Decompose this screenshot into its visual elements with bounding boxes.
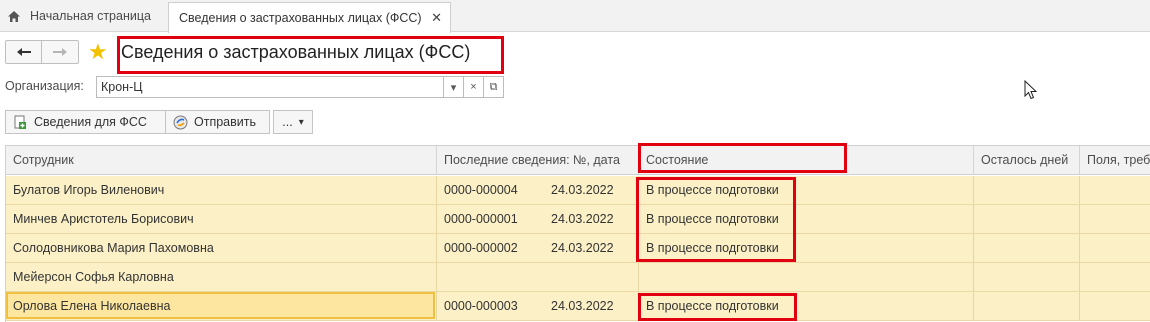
back-button[interactable] — [6, 41, 42, 63]
cell-date — [544, 263, 639, 291]
cell-employee: Орлова Елена Николаевна — [13, 299, 171, 313]
cell-number: 0000-000003 — [444, 299, 518, 313]
clear-icon: × — [470, 81, 477, 93]
home-icon — [6, 8, 22, 24]
forward-arrow-icon — [52, 44, 68, 61]
more-actions-button[interactable]: ... ▾ — [273, 110, 313, 134]
employees-table: Сотрудник Последние сведения: №, дата Со… — [5, 145, 1150, 322]
cell-employee: Мейерсон Софья Карловна — [13, 270, 174, 284]
mouse-cursor-icon — [1024, 79, 1038, 103]
send-button[interactable]: Отправить — [166, 110, 270, 134]
tab-bar: Начальная страница Сведения о застрахова… — [0, 0, 1150, 33]
table-row[interactable]: Мейерсон Софья Карловна — [6, 263, 1150, 292]
table-row[interactable]: Солодовникова Мария Пахомовна 0000-00000… — [6, 234, 1150, 263]
cell-date: 24.03.2022 — [551, 299, 614, 313]
cell-number: 0000-000001 — [444, 212, 518, 226]
status-last-row-highlight-box — [638, 293, 797, 321]
cell-number: 0000-000002 — [444, 241, 518, 255]
cell-number: 0000-000004 — [444, 183, 518, 197]
organization-open-button[interactable]: ⧉ — [484, 76, 504, 98]
status-cells-highlight-box — [636, 177, 796, 262]
organization-input[interactable]: Крон-Ц — [96, 76, 444, 98]
column-header-required-fields[interactable]: Поля, треб — [1080, 146, 1150, 175]
organization-clear-button[interactable]: × — [464, 76, 484, 98]
cell-date: 24.03.2022 — [551, 212, 614, 226]
table-row[interactable]: Минчев Аристотель Борисович 0000-000001 … — [6, 205, 1150, 234]
send-icon — [172, 114, 188, 130]
tab-active-label: Сведения о застрахованных лицах (ФСС) — [179, 11, 422, 25]
cell-employee: Солодовникова Мария Пахомовна — [13, 241, 214, 255]
fss-info-button[interactable]: Сведения для ФСС — [5, 110, 166, 134]
favorite-star-icon[interactable]: ★ — [88, 38, 108, 66]
open-form-icon: ⧉ — [489, 80, 498, 93]
fss-info-button-label: Сведения для ФСС — [34, 115, 147, 129]
status-header-highlight-box — [638, 143, 847, 173]
cell-status — [639, 263, 974, 291]
column-header-employee[interactable]: Сотрудник — [6, 146, 437, 175]
title-highlight-box — [117, 36, 504, 74]
tab-home-label: Начальная страница — [30, 9, 151, 23]
cell-date: 24.03.2022 — [551, 183, 614, 197]
cell-employee: Минчев Аристотель Борисович — [13, 212, 194, 226]
tab-home[interactable]: Начальная страница — [0, 0, 165, 32]
column-header-days-left[interactable]: Осталось дней — [974, 146, 1080, 175]
more-chevron-icon: ▾ — [298, 116, 304, 128]
cell-employee: Булатов Игорь Виленович — [13, 183, 165, 197]
back-arrow-icon — [16, 44, 32, 61]
cell-number — [437, 263, 547, 291]
send-button-label: Отправить — [194, 115, 256, 129]
table-row-selected[interactable]: Орлова Елена Николаевна 0000-000003 24.0… — [6, 292, 1150, 321]
organization-label: Организация: — [5, 79, 84, 93]
cell-date: 24.03.2022 — [551, 241, 614, 255]
more-button-label: ... — [282, 115, 293, 129]
table-row[interactable]: Булатов Игорь Виленович 0000-000004 24.0… — [6, 176, 1150, 205]
chevron-down-icon: ▾ — [450, 81, 457, 94]
column-header-last-info[interactable]: Последние сведения: №, дата — [437, 146, 639, 175]
tab-insured-persons[interactable]: Сведения о застрахованных лицах (ФСС) ✕ — [168, 2, 451, 33]
navigation-buttons — [5, 40, 79, 64]
table-header: Сотрудник Последние сведения: №, дата Со… — [6, 146, 1150, 175]
organization-dropdown-button[interactable]: ▾ — [444, 76, 464, 98]
document-add-icon — [12, 114, 28, 130]
tab-close-icon[interactable]: ✕ — [431, 10, 442, 26]
forward-button[interactable] — [42, 41, 78, 63]
